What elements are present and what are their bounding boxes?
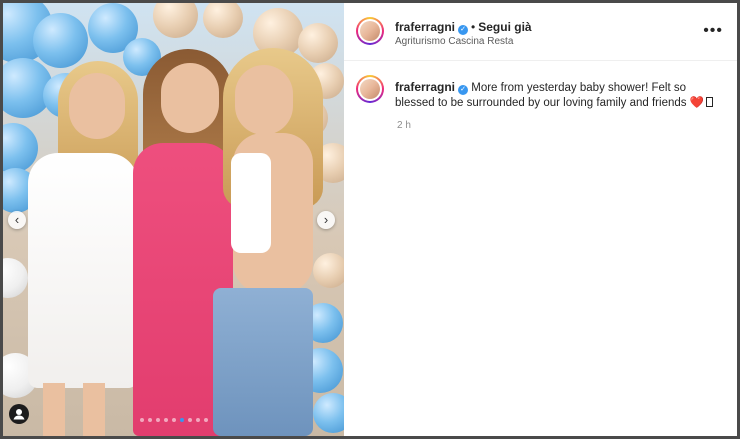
- verified-badge-icon: ✓: [458, 25, 469, 35]
- post-details-panel: fraferragni ✓ • Segui già Agriturismo Casci…: [344, 3, 737, 436]
- carousel-dot: [139, 418, 144, 422]
- person-middle-face: [161, 63, 219, 133]
- person-right-face: [235, 65, 293, 135]
- caption-username-link[interactable]: fraferragni: [395, 80, 455, 94]
- avatar-image: [360, 21, 380, 41]
- person-left-face: [69, 73, 125, 139]
- chevron-left-icon: ‹: [14, 212, 20, 227]
- avatar-ring-inner: [358, 19, 382, 43]
- header-title-row: fraferragni ✓ • Segui già: [395, 18, 532, 36]
- heart-emoji: ❤️: [689, 97, 705, 109]
- carousel-dot: [155, 418, 160, 422]
- carousel-dot: [163, 418, 168, 422]
- person-left-leg: [43, 383, 65, 436]
- carousel-dot: [203, 418, 208, 422]
- post-photo[interactable]: ‹ ›: [3, 3, 344, 436]
- balloon: [3, 258, 28, 298]
- unrendered-emoji-glyph: [706, 97, 714, 107]
- post-timestamp[interactable]: 2 h: [397, 120, 411, 131]
- carousel-indicator: [3, 418, 344, 422]
- carousel-dot: [171, 418, 176, 422]
- carousel-dot: [179, 418, 184, 422]
- location-link[interactable]: Agriturismo Cascina Resta: [395, 36, 513, 47]
- more-horizontal-icon: •••: [703, 22, 723, 39]
- person-left-dress: [28, 153, 138, 388]
- carousel-prev-button[interactable]: ‹: [8, 211, 26, 229]
- avatar[interactable]: [356, 17, 384, 45]
- caption-avatar[interactable]: [356, 75, 384, 103]
- balloon: [298, 23, 338, 63]
- avatar-ring-inner: [358, 77, 382, 101]
- carousel-dot: [187, 418, 192, 422]
- following-button[interactable]: Segui già: [478, 20, 531, 34]
- carousel-dot: [147, 418, 152, 422]
- person-right-top: [231, 153, 271, 253]
- more-options-button[interactable]: •••: [703, 22, 723, 40]
- person-right-jeans: [213, 288, 313, 436]
- follow-separator: •: [471, 20, 476, 34]
- post-modal: ‹ › fraferragni ✓ • Segui già Agriturismo C…: [3, 3, 737, 436]
- balloon: [33, 13, 88, 68]
- post-caption: fraferragni ✓ More from yesterday baby sh…: [395, 80, 727, 111]
- chevron-right-icon: ›: [323, 212, 329, 227]
- balloon: [313, 393, 344, 433]
- username-link[interactable]: fraferragni: [395, 20, 455, 34]
- avatar-image: [360, 79, 380, 99]
- verified-badge-icon: ✓: [458, 85, 469, 95]
- post-header: fraferragni ✓ • Segui già Agriturismo Casci…: [344, 3, 737, 61]
- carousel-dot: [195, 418, 200, 422]
- balloon: [153, 3, 198, 38]
- balloon: [203, 3, 243, 38]
- person-left-leg: [83, 383, 105, 436]
- balloon: [313, 253, 344, 288]
- carousel-next-button[interactable]: ›: [317, 211, 335, 229]
